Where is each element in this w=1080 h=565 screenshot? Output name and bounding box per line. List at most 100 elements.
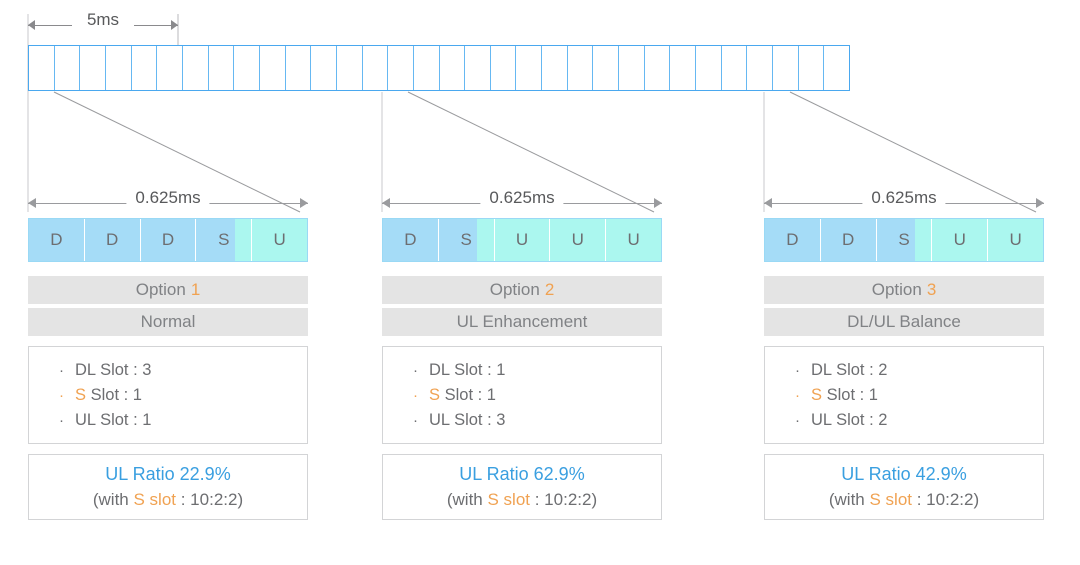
slot-label: S — [460, 230, 472, 249]
list-item-lead: S — [811, 386, 823, 404]
timeline-bracket-label: 5ms — [72, 10, 134, 30]
ratio-note-pre: (with — [446, 490, 488, 509]
slot-strip-3: DDSUU — [764, 218, 1044, 262]
timeline-cell — [363, 46, 389, 90]
timeline-cell — [286, 46, 312, 90]
timeline-cell — [465, 46, 491, 90]
slot-label: U — [1009, 230, 1022, 249]
slot-label: U — [515, 230, 529, 249]
option-ratio-1: UL Ratio 22.9% (with S slot : 10:2:2) — [28, 454, 308, 520]
timeline-cell — [183, 46, 209, 90]
bullet-icon: · — [59, 362, 64, 379]
slot-dimension-2: 0.625ms — [382, 188, 662, 216]
slot-u: U — [988, 219, 1043, 261]
list-item-label: UL Slot : 1 — [75, 411, 152, 429]
list-item: · DL Slot : 3 — [59, 358, 307, 383]
list-item: · S Slot : 1 — [413, 383, 661, 408]
ratio-note-post: : 10:2:2) — [176, 490, 244, 509]
list-item-label: Slot : 1 — [822, 386, 878, 404]
bullet-icon: · — [59, 387, 64, 404]
ratio-note: (with S slot : 10:2:2) — [447, 487, 597, 513]
option-title-number: 2 — [544, 280, 555, 299]
option-column-2: 0.625ms D S U U U Option 2 UL Enhancement · D… — [382, 188, 662, 520]
bullet-icon: · — [795, 387, 800, 404]
list-item-label: DL Slot : 1 — [429, 361, 506, 379]
ratio-value: UL Ratio 22.9% — [105, 464, 231, 484]
bullet-icon: · — [413, 412, 418, 429]
ratio-note-pre: (with — [92, 490, 134, 509]
slot-label: U — [273, 230, 286, 249]
timeline-cell — [106, 46, 132, 90]
timeline-cell — [80, 46, 106, 90]
option-subtitle-2: UL Enhancement — [382, 308, 662, 336]
timeline-cell — [696, 46, 722, 90]
list-item-label: Slot : 1 — [86, 386, 142, 404]
dimension-label: 0.625ms — [862, 188, 946, 208]
slot-u: U — [550, 219, 607, 261]
slot-s: S — [196, 219, 253, 261]
slot-label: U — [627, 230, 640, 249]
dimension-arrow-right-icon — [300, 198, 308, 208]
dimension-arrow-right-icon — [654, 198, 662, 208]
slot-strip-2: DSUUU — [382, 218, 662, 262]
ratio-value: UL Ratio 42.9% — [841, 464, 967, 484]
list-item-lead: S — [75, 386, 87, 404]
bullet-icon: · — [413, 362, 418, 379]
timeline-cell — [29, 46, 55, 90]
slot-s: S — [438, 219, 495, 261]
slot-d: D — [140, 219, 197, 261]
list-item-label: UL Slot : 2 — [811, 411, 888, 429]
option-title-number: 3 — [926, 280, 937, 299]
slot-d: D — [383, 219, 439, 261]
bullet-icon: · — [795, 412, 800, 429]
option-title-1: Option 1 — [28, 276, 308, 304]
slot-u: U — [932, 219, 989, 261]
list-item-label: UL Slot : 3 — [429, 411, 506, 429]
option-subtitle-3: DL/UL Balance — [764, 308, 1044, 336]
slot-label: S — [218, 230, 230, 249]
ratio-value: UL Ratio 62.9% — [459, 464, 585, 484]
ratio-note: (with S slot : 10:2:2) — [829, 487, 979, 513]
timeline-cell — [209, 46, 235, 90]
timeline-cell — [491, 46, 517, 90]
slot-label: D — [106, 230, 119, 249]
slot-u: U — [606, 219, 661, 261]
slot-u: U — [494, 219, 551, 261]
ratio-note-sslot: S slot — [869, 490, 913, 509]
option-bullets-1: · DL Slot : 3 · S Slot : 1 · UL Slot : 1 — [28, 346, 308, 444]
dimension-label: 0.625ms — [126, 188, 210, 208]
slot-d: D — [820, 219, 877, 261]
list-item-label: DL Slot : 2 — [811, 361, 888, 379]
list-item: · S Slot : 1 — [59, 383, 307, 408]
ratio-note-pre: (with — [828, 490, 870, 509]
slot-label: U — [953, 230, 966, 249]
slot-s-ul-portion — [477, 219, 494, 261]
slot-s-ul-portion — [914, 219, 932, 261]
dimension-label: 0.625ms — [480, 188, 564, 208]
timeline-cell — [234, 46, 260, 90]
timeline-cell — [773, 46, 799, 90]
list-item: · UL Slot : 1 — [59, 408, 307, 433]
list-item: · UL Slot : 3 — [413, 408, 661, 433]
bracket-arrow-right-icon — [171, 20, 178, 30]
slot-d: D — [84, 219, 141, 261]
list-item-lead: S — [429, 386, 441, 404]
dimension-arrow-left-icon — [28, 198, 36, 208]
ratio-note: (with S slot : 10:2:2) — [93, 487, 243, 513]
option-title-2: Option 2 — [382, 276, 662, 304]
slot-label: U — [571, 230, 584, 249]
timeline-cell — [722, 46, 748, 90]
timeline-cell — [260, 46, 286, 90]
slot-s: S — [876, 219, 933, 261]
option-title-prefix: Option — [489, 280, 540, 299]
timeline-cell — [414, 46, 440, 90]
slot-label: D — [161, 230, 175, 249]
option-title-number: 1 — [190, 280, 201, 299]
slot-dimension-3: 0.625ms — [764, 188, 1044, 216]
list-item: · S Slot : 1 — [795, 383, 1043, 408]
option-column-3: 0.625ms D D S U U Option 3 DL/UL Balance · DL… — [764, 188, 1044, 520]
timeline-cell — [132, 46, 158, 90]
list-item: · DL Slot : 2 — [795, 358, 1043, 383]
timeline-grid — [28, 45, 850, 91]
option-title-prefix: Option — [135, 280, 186, 299]
